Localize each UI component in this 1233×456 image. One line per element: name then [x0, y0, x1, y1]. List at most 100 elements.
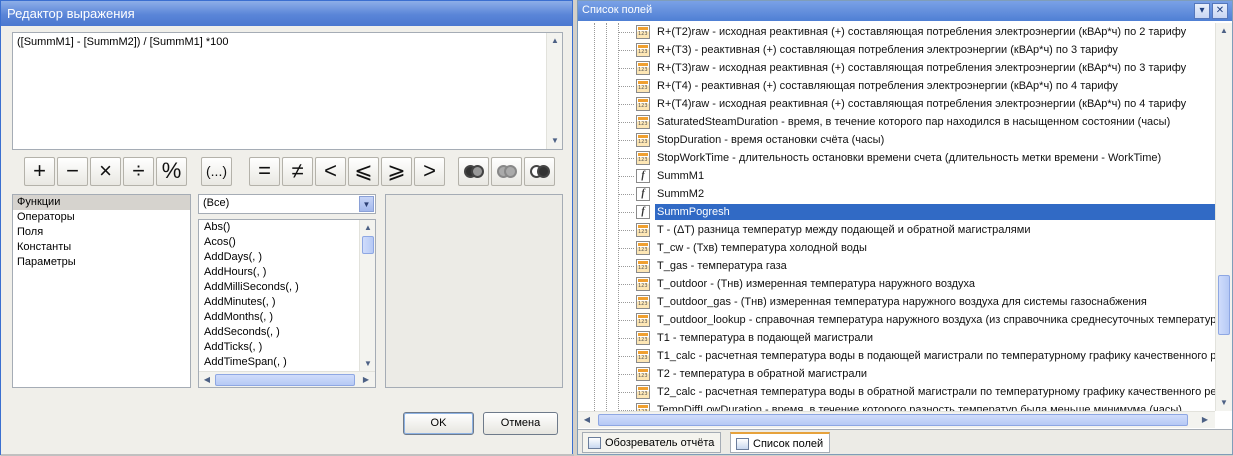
tree-row-label: T_cw - (Тхв) температура холодной воды: [657, 242, 867, 254]
tree-row[interactable]: T2_calc - расчетная температура воды в о…: [618, 383, 1215, 401]
function-list-hscrollbar[interactable]: ◀ ▶: [199, 371, 375, 387]
numeric-field-icon: [636, 79, 650, 93]
tree-row[interactable]: T_outdoor - (Тнв) измеренная температура…: [618, 275, 1215, 293]
list-item[interactable]: AddTicks(, ): [199, 340, 375, 355]
dropdown-icon[interactable]: ▾: [1194, 3, 1210, 19]
list-item[interactable]: AddHours(, ): [199, 265, 375, 280]
less-button[interactable]: <: [315, 157, 346, 186]
scroll-thumb[interactable]: [362, 236, 374, 254]
field-tree: R+(T2)raw - исходная реактивная (+) сост…: [578, 23, 1215, 411]
cancel-button[interactable]: Отмена: [483, 412, 558, 435]
category-parameters[interactable]: Параметры: [13, 255, 190, 270]
tree-connector: [618, 266, 634, 267]
panel-title: Список полей: [578, 1, 1232, 21]
divide-button[interactable]: ÷: [123, 157, 154, 186]
tree-row[interactable]: T_gas - температура газа: [618, 257, 1215, 275]
tree-row[interactable]: T_outdoor_gas - (Тнв) измеренная темпера…: [618, 293, 1215, 311]
list-item[interactable]: AddSeconds(, ): [199, 325, 375, 340]
parentheses-button[interactable]: (...): [201, 157, 232, 186]
tree-connector: [618, 50, 634, 51]
list-item[interactable]: Acos(): [199, 235, 375, 250]
and-button[interactable]: [458, 157, 489, 186]
tree-row[interactable]: R+(T4)raw - исходная реактивная (+) сост…: [618, 95, 1215, 113]
tree-row[interactable]: f SummM1: [618, 167, 1215, 185]
tree-row-label: SummM2: [657, 188, 705, 200]
scroll-left-icon[interactable]: ◀: [580, 413, 594, 427]
category-fields[interactable]: Поля: [13, 225, 190, 240]
expression-editor-dialog: Редактор выражения ([SummM1] - [SummM2])…: [0, 0, 574, 456]
list-item[interactable]: Abs(): [199, 220, 375, 235]
category-constants[interactable]: Константы: [13, 240, 190, 255]
tree-row[interactable]: T_cw - (Тхв) температура холодной воды: [618, 239, 1215, 257]
tree-row-label: R+(T4)raw - исходная реактивная (+) сост…: [657, 98, 1187, 110]
tree-row[interactable]: T1_calc - расчетная температура воды в п…: [618, 347, 1215, 365]
numeric-field-icon: [636, 133, 650, 147]
tree-row[interactable]: StopWorkTime - длительность остановки вр…: [618, 149, 1215, 167]
filter-dropdown[interactable]: (Все) ▼: [198, 194, 376, 214]
minus-button[interactable]: −: [57, 157, 88, 186]
not-equals-button[interactable]: ≠: [282, 157, 313, 186]
scroll-up-icon[interactable]: ▲: [361, 221, 375, 235]
not-button[interactable]: [524, 157, 555, 186]
tree-row[interactable]: T2 - температура в обратной магистрали: [618, 365, 1215, 383]
field-list-vscrollbar[interactable]: ▲ ▼: [1215, 23, 1232, 411]
tab-field-list[interactable]: Список полей: [730, 432, 831, 453]
tree-row[interactable]: TempDiffLowDuration - время, в течение к…: [618, 401, 1215, 411]
scroll-right-icon[interactable]: ▶: [359, 373, 373, 387]
tree-row[interactable]: R+(T3) - реактивная (+) составляющая пот…: [618, 41, 1215, 59]
scroll-up-icon[interactable]: ▲: [548, 34, 562, 48]
tree-row-label: T - (ΔT) разница температур между подающ…: [657, 224, 1031, 236]
expression-scrollbar[interactable]: ▲ ▼: [546, 33, 562, 149]
tree-row[interactable]: f SummPogresh: [618, 203, 1215, 221]
scroll-thumb[interactable]: [215, 374, 355, 386]
tab-report-explorer[interactable]: Обозреватель отчёта: [582, 432, 722, 453]
expression-text: ([SummM1] - [SummM2]) / [SummM1] *100: [17, 36, 229, 48]
scroll-thumb[interactable]: [598, 414, 1188, 426]
function-list-vscrollbar[interactable]: ▲ ▼: [359, 220, 375, 372]
plus-button[interactable]: +: [24, 157, 55, 186]
equals-button[interactable]: =: [249, 157, 280, 186]
multiply-button[interactable]: ×: [90, 157, 121, 186]
tree-row[interactable]: T_outdoor_lookup - справочная температур…: [618, 311, 1215, 329]
tree-row[interactable]: R+(T2)raw - исходная реактивная (+) сост…: [618, 23, 1215, 41]
percent-button[interactable]: %: [156, 157, 187, 186]
less-equal-button[interactable]: ⩽: [348, 157, 379, 186]
list-item[interactable]: AddMonths(, ): [199, 310, 375, 325]
tree-row[interactable]: SaturatedSteamDuration - время, в течени…: [618, 113, 1215, 131]
greater-equal-button[interactable]: ⩾: [381, 157, 412, 186]
list-item[interactable]: AddMinutes(, ): [199, 295, 375, 310]
field-list-hscrollbar[interactable]: ◀ ▶: [578, 411, 1215, 428]
expression-input[interactable]: ([SummM1] - [SummM2]) / [SummM1] *100 ▲ …: [12, 32, 563, 150]
tree-row[interactable]: f SummM2: [618, 185, 1215, 203]
tree-row[interactable]: R+(T3)raw - исходная реактивная (+) сост…: [618, 59, 1215, 77]
tree-row[interactable]: StopDuration - время остановки счёта (ча…: [618, 131, 1215, 149]
tree-row[interactable]: T - (ΔT) разница температур между подающ…: [618, 221, 1215, 239]
close-icon[interactable]: ✕: [1212, 3, 1228, 19]
list-item[interactable]: AddDays(, ): [199, 250, 375, 265]
numeric-field-icon: [636, 43, 650, 57]
scroll-thumb[interactable]: [1218, 275, 1230, 335]
greater-button[interactable]: >: [414, 157, 445, 186]
scroll-left-icon[interactable]: ◀: [200, 373, 214, 387]
tree-row-label: R+(T3) - реактивная (+) составляющая пот…: [657, 44, 1118, 56]
tree-row-label: SaturatedSteamDuration - время, в течени…: [657, 116, 1171, 128]
category-functions[interactable]: Функции: [13, 195, 190, 210]
category-operators[interactable]: Операторы: [13, 210, 190, 225]
tree-row[interactable]: T1 - температура в подающей магистрали: [618, 329, 1215, 347]
tree-row[interactable]: R+(T4) - реактивная (+) составляющая пот…: [618, 77, 1215, 95]
comparison-operators: = ≠ < ⩽ ⩾ >: [249, 157, 447, 187]
tree-row-label: SummM1: [657, 170, 705, 182]
tree-row-label: StopDuration - время остановки счёта (ча…: [657, 134, 885, 146]
scroll-down-icon[interactable]: ▼: [1217, 396, 1231, 410]
scroll-right-icon[interactable]: ▶: [1198, 413, 1212, 427]
numeric-field-icon: [636, 25, 650, 39]
chevron-down-icon[interactable]: ▼: [359, 196, 374, 212]
scroll-down-icon[interactable]: ▼: [548, 134, 562, 148]
tree-connector: [618, 356, 634, 357]
scroll-down-icon[interactable]: ▼: [361, 357, 375, 371]
or-button[interactable]: [491, 157, 522, 186]
list-item[interactable]: AddTimeSpan(, ): [199, 355, 375, 370]
ok-button[interactable]: OK: [403, 412, 474, 435]
scroll-up-icon[interactable]: ▲: [1217, 24, 1231, 38]
list-item[interactable]: AddMilliSeconds(, ): [199, 280, 375, 295]
